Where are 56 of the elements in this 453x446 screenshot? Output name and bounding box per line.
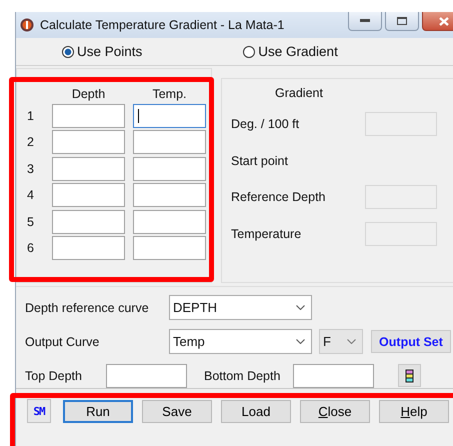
- input-field[interactable]: [52, 183, 125, 207]
- action-button[interactable]: Save: [142, 400, 212, 422]
- row-number: 2: [26, 135, 35, 149]
- field-label: Depth reference curve: [25, 300, 150, 314]
- chevron-icon: [347, 339, 356, 344]
- input-field[interactable]: [52, 210, 125, 234]
- row-number: 5: [26, 214, 35, 228]
- maximize-icon: [397, 17, 407, 25]
- radio-option[interactable]: Use Gradient: [243, 44, 338, 59]
- input-field[interactable]: [52, 156, 125, 180]
- column-header: Depth: [70, 87, 106, 101]
- window-title: Calculate Temperature Gradient - La Mata-1: [40, 18, 286, 32]
- dropdown[interactable]: DEPTH: [169, 295, 312, 320]
- input-field[interactable]: [133, 104, 206, 128]
- output-set-button[interactable]: Output Set: [371, 330, 451, 353]
- chevron-icon: [296, 339, 305, 344]
- dropdown[interactable]: Temp: [169, 329, 312, 354]
- logo: SM: [27, 399, 51, 423]
- field-label: Top Depth: [25, 368, 83, 382]
- chevron-icon: [296, 305, 305, 310]
- input-field[interactable]: [133, 210, 206, 234]
- input-field[interactable]: [133, 156, 206, 180]
- field-label: Output Curve: [25, 334, 100, 348]
- action-button[interactable]: Load: [221, 400, 291, 422]
- input-field[interactable]: [133, 130, 206, 154]
- panel-title: Gradient: [275, 86, 324, 102]
- action-button[interactable]: Help: [379, 400, 449, 422]
- field-label: Bottom Depth: [204, 368, 282, 382]
- row-number: 6: [26, 241, 35, 255]
- row-number: 1: [26, 108, 35, 122]
- close-icon: [439, 16, 449, 26]
- input-field[interactable]: [133, 183, 206, 207]
- dropdown[interactable]: F: [319, 329, 363, 354]
- color-bars-icon: [405, 368, 414, 382]
- color-bars-button[interactable]: [398, 364, 421, 387]
- minimize-icon: [360, 19, 370, 23]
- field-label: Reference Depth: [231, 190, 326, 204]
- column-header: Temp.: [151, 87, 188, 101]
- row-number: 3: [26, 162, 35, 176]
- app-icon: [20, 18, 34, 32]
- input-field[interactable]: [52, 130, 125, 154]
- close-button[interactable]: [422, 12, 453, 31]
- input-field[interactable]: [293, 364, 374, 388]
- action-button[interactable]: Run: [63, 400, 133, 422]
- field-label: Deg. / 100 ft: [231, 117, 300, 132]
- input-field[interactable]: [52, 104, 125, 128]
- input-field[interactable]: [133, 236, 206, 260]
- input-field[interactable]: [52, 236, 125, 260]
- field-label: Start point: [231, 154, 288, 168]
- field-label: Temperature: [231, 226, 302, 241]
- radio-option[interactable]: Use Points: [62, 44, 142, 59]
- action-button[interactable]: Close: [300, 400, 370, 422]
- row-number: 4: [26, 188, 35, 202]
- minimize-button[interactable]: [348, 12, 382, 31]
- input-field[interactable]: [106, 364, 187, 388]
- maximize-button[interactable]: [385, 12, 419, 31]
